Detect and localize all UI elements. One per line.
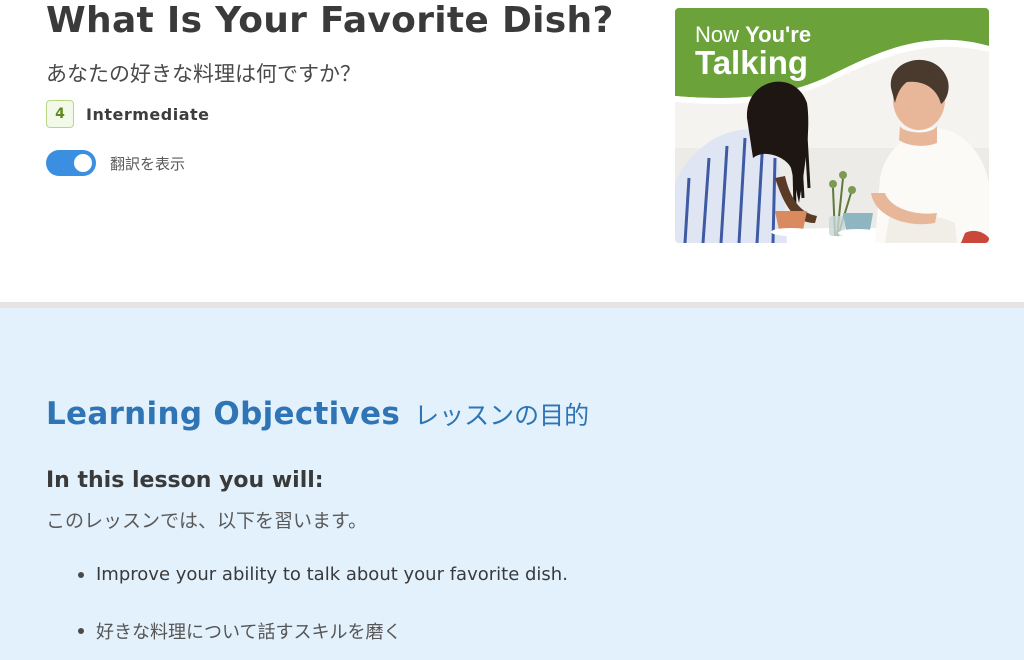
bullet-icon [78,628,84,634]
thumbnail-line2: Talking [695,44,808,81]
translation-toggle-row[interactable]: 翻訳を表示 [46,150,185,176]
translation-toggle-switch[interactable] [46,150,96,176]
objective-list-item: Improve your ability to talk about your … [78,564,568,585]
level-label: Intermediate [86,104,210,124]
toggle-knob [74,154,92,172]
objectives-intro-english: In this lesson you will: [46,468,324,493]
objective-text-japanese: 好きな料理について話すスキルを磨く [96,622,402,643]
translation-toggle-label[interactable]: 翻訳を表示 [110,153,185,174]
learning-objectives-section: Learning Objectives レッスンの目的 In this lesso… [0,308,1024,660]
lesson-header: What Is Your Favorite Dish? あなたの好きな料理は何で… [0,0,1024,302]
bullet-icon [78,571,84,578]
objectives-heading: Learning Objectives レッスンの目的 [46,396,589,432]
objectives-heading-english: Learning Objectives [46,396,401,432]
page-title: What Is Your Favorite Dish? [46,0,614,41]
objective-list-item: 好きな料理について話すスキルを磨く [78,618,401,644]
objectives-intro-japanese: このレッスンでは、以下を習います。 [46,510,368,532]
page-subtitle-japanese: あなたの好きな料理は何ですか？ [46,62,361,86]
lesson-thumbnail: Now You're Talking [675,8,989,243]
level-indicator: 4 Intermediate [46,100,210,128]
level-badge: 4 [46,100,74,128]
objectives-heading-japanese: レッスンの目的 [414,401,590,430]
objective-text-english: Improve your ability to talk about your … [96,564,568,585]
